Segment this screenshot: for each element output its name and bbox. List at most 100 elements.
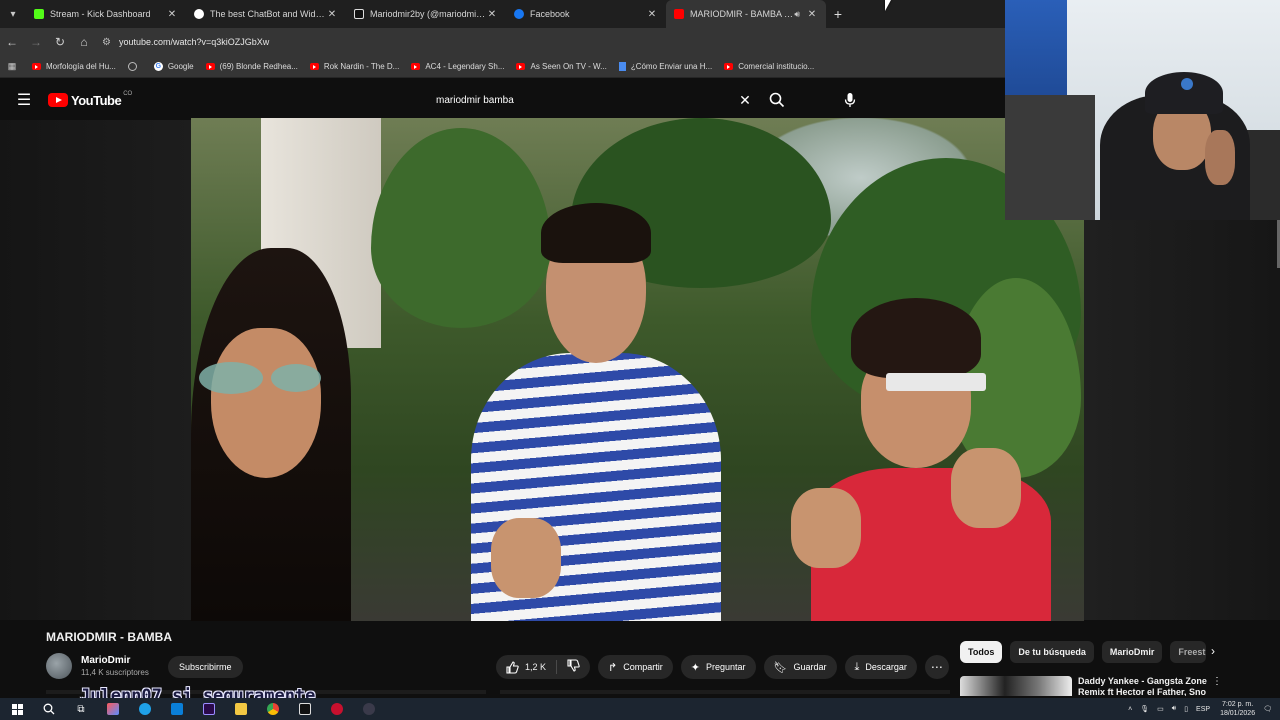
recommended-thumbnail[interactable] xyxy=(960,676,1072,696)
notifications-icon[interactable]: 🗨︎ xyxy=(1263,705,1272,713)
subscriber-count: 11,4 K suscriptores xyxy=(81,668,149,677)
new-tab-plus-icon[interactable]: + xyxy=(826,6,850,22)
site-info-icon[interactable]: ⚙ xyxy=(102,37,111,48)
menu-icon[interactable]: ☰ xyxy=(0,90,48,110)
share-label: Compartir xyxy=(623,662,663,672)
tab-title: Facebook xyxy=(530,9,570,19)
input-language[interactable]: ESP xyxy=(1196,706,1210,713)
video-player[interactable] xyxy=(191,118,1084,621)
ask-button[interactable]: ✦ Preguntar xyxy=(680,655,756,679)
search-input[interactable]: mariodmir bamba xyxy=(436,95,730,106)
youtube-icon xyxy=(516,63,526,70)
chip-from-search[interactable]: De tu búsqueda xyxy=(1010,641,1094,663)
like-button[interactable]: 1,2 K xyxy=(496,660,558,674)
bookmark-label: Rok Nardin - The D... xyxy=(323,62,400,71)
bookmark-item[interactable] xyxy=(127,62,142,71)
apps-grid-icon[interactable]: ▦ xyxy=(0,61,24,72)
edge-icon[interactable] xyxy=(134,698,156,720)
network-icon[interactable]: ▭ xyxy=(1157,705,1164,713)
more-actions-icon[interactable]: ⋯ xyxy=(924,655,949,679)
microphone-icon[interactable]: 🎙︎ xyxy=(1140,705,1149,713)
forward-arrow-icon[interactable]: → xyxy=(24,35,48,49)
chevron-up-icon[interactable]: ˄ xyxy=(1128,706,1132,713)
bookmark-item[interactable]: As Seen On TV - W... xyxy=(516,62,607,71)
url-field[interactable]: ⚙ youtube.com/watch?v=q3kiOZJGbXw xyxy=(102,37,269,48)
taskbar-search-icon[interactable] xyxy=(38,698,60,720)
ask-label: Preguntar xyxy=(705,662,746,672)
save-label: Guardar xyxy=(793,662,827,672)
browser-tab-strip: ▾ Stream - Kick Dashboard ✕ The best Cha… xyxy=(0,0,1005,28)
app-icon[interactable] xyxy=(326,698,348,720)
recommended-title[interactable]: Daddy Yankee - Gangsta Zone Remix ft Hec… xyxy=(1078,676,1208,696)
chip-all[interactable]: Todos xyxy=(960,641,1003,663)
clock[interactable]: 7:02 p. m. 18/01/2026 xyxy=(1220,700,1255,718)
recommended-video[interactable]: Daddy Yankee - Gangsta Zone Remix ft Hec… xyxy=(960,676,1222,696)
save-button[interactable]: 🔖︎ Guardar xyxy=(763,655,837,679)
tab-chatbot[interactable]: The best ChatBot and Widgets ✕ xyxy=(186,0,346,28)
close-tab-icon[interactable]: ✕ xyxy=(166,9,178,20)
reload-icon[interactable]: ↻ xyxy=(48,35,72,49)
recommendation-menu-icon[interactable]: ⋮ xyxy=(1212,676,1222,696)
bookmark-label: (69) Blonde Redhea... xyxy=(219,62,298,71)
tab-tiktok[interactable]: Mariodmir2by (@mariodmir2b ✕ xyxy=(346,0,506,28)
close-tab-icon[interactable]: ✕ xyxy=(646,9,658,20)
task-view-icon[interactable]: ⧉ xyxy=(70,698,92,720)
system-tray: ˄ 🎙︎ ▭ 🔊︎ ▯ ESP 7:02 p. m. 18/01/2026 🗨︎ xyxy=(1120,698,1272,720)
channel-info[interactable]: MarioDmir 11,4 K suscriptores xyxy=(46,653,149,679)
bookmark-label: As Seen On TV - W... xyxy=(530,62,607,71)
file-explorer-icon[interactable] xyxy=(230,698,252,720)
bookmark-label: AC4 - Legendary Sh... xyxy=(425,62,505,71)
battery-icon[interactable]: ▯ xyxy=(1184,705,1188,713)
address-bar-row: ← → ↻ ⌂ ⚙ youtube.com/watch?v=q3kiOZJGbX… xyxy=(0,28,1005,56)
speaker-icon[interactable]: 🔊︎ xyxy=(794,9,800,20)
like-count: 1,2 K xyxy=(525,662,547,672)
voice-search-button[interactable] xyxy=(838,88,862,112)
windows-start-icon[interactable] xyxy=(6,698,28,720)
chip-freestyle[interactable]: Freest xyxy=(1170,641,1207,663)
close-tab-icon[interactable]: ✕ xyxy=(806,9,818,20)
bookmark-item[interactable]: G Google xyxy=(153,62,194,71)
download-icon: ⤓ xyxy=(854,660,860,673)
bookmark-item[interactable]: (69) Blonde Redhea... xyxy=(205,62,298,71)
bookmark-label: ¿Cómo Enviar una H... xyxy=(630,62,713,71)
dislike-button[interactable] xyxy=(557,659,590,675)
app-icon[interactable] xyxy=(102,698,124,720)
google-icon: G xyxy=(153,62,163,71)
youtube-logo[interactable]: YouTube CO xyxy=(48,91,132,108)
video-title: MARIODMIR - BAMBA xyxy=(46,630,172,644)
channel-name[interactable]: MarioDmir xyxy=(81,655,149,666)
close-tab-icon[interactable]: ✕ xyxy=(326,9,338,20)
youtube-icon xyxy=(205,63,215,70)
bookmark-item[interactable]: ¿Cómo Enviar una H... xyxy=(618,62,713,71)
chip-channel[interactable]: MarioDmir xyxy=(1101,641,1163,663)
download-button[interactable]: ⤓ Descargar xyxy=(844,655,917,679)
home-icon[interactable]: ⌂ xyxy=(72,35,96,49)
store-icon[interactable] xyxy=(166,698,188,720)
bookmark-item[interactable]: Rok Nardin - The D... xyxy=(309,62,400,71)
player-ambient-left xyxy=(0,120,191,620)
download-label: Descargar xyxy=(865,662,907,672)
bookmark-item[interactable]: AC4 - Legendary Sh... xyxy=(411,62,504,71)
channel-avatar[interactable] xyxy=(46,653,72,679)
bookmark-item[interactable]: Comercial institucio... xyxy=(724,62,814,71)
url-text: youtube.com/watch?v=q3kiOZJGbXw xyxy=(118,37,270,47)
volume-icon[interactable]: 🔊︎ xyxy=(1172,705,1176,713)
capcut-icon[interactable] xyxy=(294,698,316,720)
premiere-icon[interactable] xyxy=(198,698,220,720)
bookmark-icon: 🔖︎ xyxy=(773,661,788,674)
subscribe-button[interactable]: Subscribirme xyxy=(168,656,243,678)
hair xyxy=(541,203,651,263)
media-player-icon[interactable] xyxy=(358,698,380,720)
clear-search-icon[interactable]: ✕ xyxy=(730,92,760,109)
chrome-icon[interactable] xyxy=(262,698,284,720)
tab-kick[interactable]: Stream - Kick Dashboard ✕ xyxy=(26,0,186,28)
close-tab-icon[interactable]: ✕ xyxy=(486,9,498,20)
back-arrow-icon[interactable]: ← xyxy=(0,35,24,49)
search-button[interactable] xyxy=(760,92,794,108)
tab-youtube-active[interactable]: MARIODMIR - BAMBA - Yo 🔊︎ ✕ xyxy=(666,0,826,28)
share-button[interactable]: ↱ Compartir xyxy=(598,655,673,679)
tab-search-chevron-icon[interactable]: ▾ xyxy=(0,0,26,28)
tab-facebook[interactable]: Facebook ✕ xyxy=(506,0,666,28)
bookmark-item[interactable]: Morfología del Hu... xyxy=(32,62,116,71)
chevron-right-icon[interactable]: › xyxy=(1204,644,1222,658)
